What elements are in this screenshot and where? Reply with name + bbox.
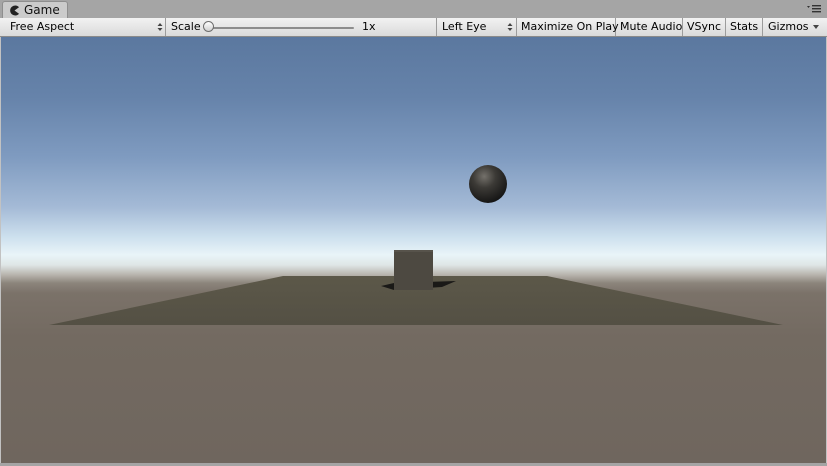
maximize-label: Maximize On Play xyxy=(521,20,619,33)
dropdown-arrows-icon xyxy=(157,23,163,31)
eye-value: Left Eye xyxy=(442,20,487,33)
panel-menu-icon[interactable] xyxy=(806,3,822,15)
tab-game[interactable]: Game xyxy=(2,1,68,18)
stats-label: Stats xyxy=(730,20,759,33)
cube-top-face xyxy=(394,250,433,252)
tab-label: Game xyxy=(24,3,60,17)
scale-value: 1x xyxy=(362,20,376,33)
mute-audio-toggle[interactable]: Mute Audio xyxy=(616,18,683,36)
gizmos-label: Gizmos xyxy=(768,20,809,33)
vsync-label: VSync xyxy=(687,20,722,33)
scale-slider-track[interactable] xyxy=(208,27,354,29)
gizmos-dropdown[interactable]: Gizmos xyxy=(763,18,825,36)
tab-strip: Game xyxy=(0,0,827,19)
scale-label: Scale xyxy=(171,20,201,33)
aspect-value: Free Aspect xyxy=(10,20,75,33)
scale-slider-thumb[interactable] xyxy=(203,21,214,32)
scene-render xyxy=(49,165,783,325)
maximize-on-play-toggle[interactable]: Maximize On Play xyxy=(517,18,619,36)
pacman-game-icon xyxy=(10,5,19,16)
mute-label: Mute Audio xyxy=(620,20,683,33)
chevron-down-icon xyxy=(813,25,819,29)
cube xyxy=(394,250,433,290)
aspect-dropdown[interactable]: Free Aspect xyxy=(5,18,166,36)
game-viewport[interactable] xyxy=(1,37,826,463)
vsync-toggle[interactable]: VSync xyxy=(683,18,726,36)
stats-toggle[interactable]: Stats xyxy=(726,18,763,36)
eye-dropdown[interactable]: Left Eye xyxy=(437,18,517,36)
dropdown-arrows-icon xyxy=(507,23,513,31)
sphere xyxy=(469,165,507,203)
